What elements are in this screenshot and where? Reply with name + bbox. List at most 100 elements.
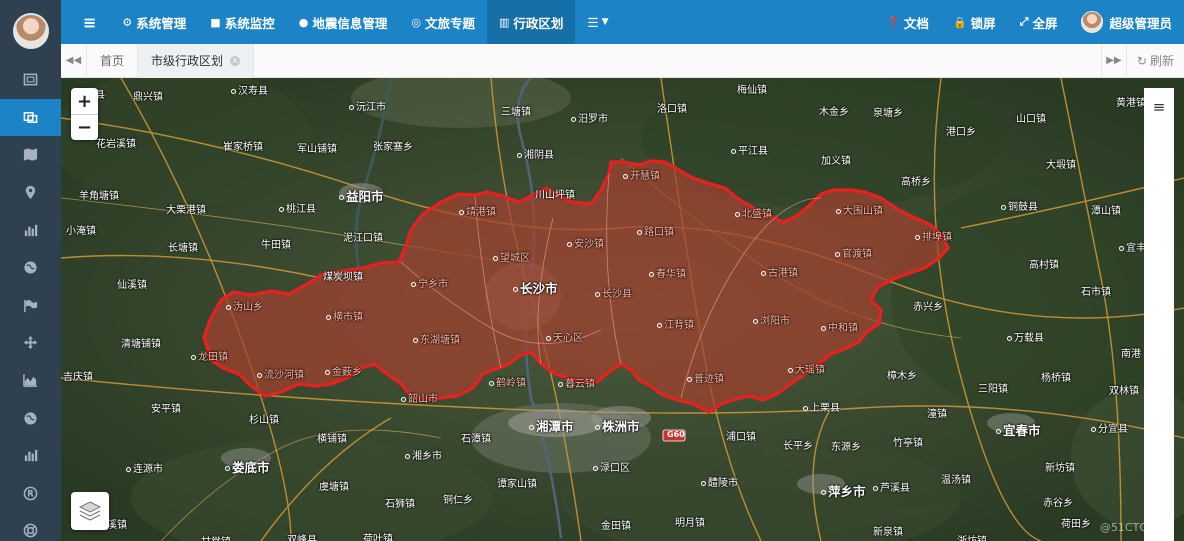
map-place-label: 浏阳市 bbox=[753, 312, 790, 327]
rail-item-globe-2[interactable] bbox=[0, 399, 61, 437]
rail-item-life-ring[interactable] bbox=[0, 512, 61, 541]
nav-item-system-admin[interactable]: ⚙ 系统管理 bbox=[110, 0, 198, 44]
map-label-text: 桃江县 bbox=[286, 204, 316, 215]
expand-arrows-icon: ⤢ bbox=[1019, 15, 1029, 28]
place-dot-icon bbox=[279, 206, 284, 212]
nav-item-culture-tourism[interactable]: ◎ 文旅专题 bbox=[399, 0, 487, 44]
image-icon bbox=[23, 73, 38, 86]
map-place-label: 路口镇 bbox=[637, 223, 674, 238]
map-label-text: 沅江市 bbox=[356, 102, 386, 113]
map-label-text: 加义镇 bbox=[821, 156, 851, 167]
rail-item-area-chart[interactable] bbox=[0, 362, 61, 400]
docs-link[interactable]: ❓ 文档 bbox=[874, 0, 941, 44]
avatar[interactable] bbox=[12, 12, 49, 49]
tabs-scroll-left-button[interactable]: ◀◀ bbox=[61, 43, 87, 78]
layer-switcher-button[interactable] bbox=[71, 492, 109, 530]
nav-item-system-monitor[interactable]: ■ 系统监控 bbox=[198, 0, 286, 44]
map-label-text: 泉塘乡 bbox=[873, 108, 903, 119]
map-place-label: 益阳市 bbox=[339, 186, 384, 205]
map-label-text: 明月镇 bbox=[675, 518, 705, 529]
map-place-label: 大围山镇 bbox=[836, 202, 883, 217]
map-place-label: 上栗县 bbox=[803, 399, 840, 414]
nav-more-dropdown[interactable]: ☰ ▼ bbox=[575, 0, 620, 44]
place-dot-icon bbox=[1007, 335, 1012, 341]
rail-item-bar-chart[interactable] bbox=[0, 211, 61, 249]
globe-icon bbox=[24, 261, 37, 274]
map-place-label: 南港 bbox=[1121, 345, 1141, 360]
close-tab-icon[interactable]: × bbox=[230, 55, 241, 66]
rail-item-dashboard[interactable] bbox=[0, 61, 61, 99]
map-place-label: 三塘镇 bbox=[501, 103, 531, 118]
map-label-text: 东源乡 bbox=[831, 442, 861, 453]
refresh-label: 刷新 bbox=[1149, 54, 1174, 68]
question-circle-icon: ❓ bbox=[886, 15, 900, 29]
place-dot-icon bbox=[731, 148, 736, 154]
map-label-text: 横铺镇 bbox=[317, 434, 347, 445]
nav-item-earthquake[interactable]: ● 地震信息管理 bbox=[287, 0, 400, 44]
rail-item-registered[interactable]: R bbox=[0, 475, 61, 513]
map-place-label: 连源市 bbox=[126, 460, 163, 475]
place-dot-icon bbox=[649, 271, 654, 277]
user-name: 超级管理员 bbox=[1109, 15, 1172, 31]
map-place-label: 沅江市 bbox=[349, 98, 386, 113]
map-view[interactable]: 株洲县汉寿县鼎兴镇沅江市三塘镇汨罗市洛口镇梅仙镇木金乡泉塘乡山口镇黄港镇花岩溪镇… bbox=[61, 78, 1184, 541]
map-label-text: 仙溪镇 bbox=[117, 280, 147, 291]
map-place-label: 湘阴县 bbox=[517, 146, 554, 161]
zoom-out-button[interactable]: − bbox=[71, 114, 98, 140]
page-tabs-bar: ◀◀ 首页 市级行政区划 × ▶▶ ↻ 刷新 bbox=[61, 43, 1184, 78]
map-place-label: 山口镇 bbox=[1016, 110, 1046, 125]
map-place-label: 官渡镇 bbox=[835, 245, 872, 260]
map-label-text: 南港 bbox=[1121, 349, 1141, 360]
layers-icon bbox=[78, 501, 102, 521]
map-label-text: 潼镇 bbox=[927, 409, 947, 420]
map-side-panel[interactable]: ≡ bbox=[1144, 88, 1174, 541]
rail-item-globe[interactable] bbox=[0, 249, 61, 287]
docs-label: 文档 bbox=[903, 15, 929, 31]
map-label-text: 萍乡市 bbox=[828, 484, 866, 499]
life-ring-icon: ◎ bbox=[411, 15, 421, 29]
hamburger-icon[interactable]: ≡ bbox=[1153, 98, 1166, 541]
rail-item-region[interactable] bbox=[0, 98, 61, 137]
map-label-text: 甘棠镇 bbox=[201, 537, 231, 541]
refresh-button[interactable]: ↻ 刷新 bbox=[1127, 44, 1184, 78]
rail-item-marker[interactable] bbox=[0, 174, 61, 212]
map-place-label: 望城区 bbox=[493, 249, 530, 264]
map-label-text: 分宜县 bbox=[1098, 424, 1128, 435]
map-label-text: 益阳市 bbox=[346, 189, 384, 204]
rail-item-bar-chart-2[interactable] bbox=[0, 437, 61, 475]
map-label-text: 石潭镇 bbox=[461, 434, 491, 445]
rail-item-move[interactable] bbox=[0, 324, 61, 362]
place-dot-icon bbox=[225, 466, 230, 471]
map-label-text: 渌口区 bbox=[600, 463, 630, 474]
map-place-label: 横市镇 bbox=[326, 308, 363, 323]
place-dot-icon bbox=[489, 380, 494, 386]
lock-screen-button[interactable]: 🔒 锁屏 bbox=[941, 0, 1008, 44]
place-dot-icon bbox=[558, 381, 563, 387]
map-place-label: 长沙市 bbox=[513, 278, 558, 297]
tabs-scroll-right-button[interactable]: ▶▶ bbox=[1100, 43, 1127, 78]
map-label-text: 湘阴县 bbox=[524, 150, 554, 161]
tab-label: 首页 bbox=[100, 54, 125, 68]
map-place-label: 军山铺镇 bbox=[297, 140, 337, 155]
map-place-label: 铜鼓县 bbox=[1001, 198, 1038, 213]
map-label-text: 长沙市 bbox=[520, 281, 558, 296]
place-dot-icon bbox=[231, 88, 236, 94]
map-place-label: 北盛镇 bbox=[735, 205, 772, 220]
tab-city-division[interactable]: 市级行政区划 × bbox=[138, 43, 255, 78]
map-place-label: 竹亭镇 bbox=[893, 434, 923, 449]
map-label-text: 新坊镇 bbox=[1045, 463, 1075, 474]
fullscreen-button[interactable]: ⤢ 全屏 bbox=[1008, 0, 1070, 44]
menu-toggle-button[interactable]: ≡ bbox=[61, 0, 110, 44]
map-place-label: 东湖塘镇 bbox=[413, 331, 460, 346]
rail-item-flag[interactable] bbox=[0, 287, 61, 325]
zoom-in-button[interactable]: + bbox=[71, 88, 98, 114]
user-menu[interactable]: 超级管理员 bbox=[1069, 0, 1184, 44]
rail-item-map[interactable] bbox=[0, 136, 61, 174]
area-chart-icon bbox=[23, 374, 38, 387]
nav-item-admin-division[interactable]: ▥ 行政区划 bbox=[486, 0, 576, 44]
place-dot-icon bbox=[493, 255, 498, 261]
tab-home[interactable]: 首页 bbox=[87, 43, 139, 78]
map-place-label: 金田镇 bbox=[601, 517, 631, 532]
map-place-label: 谭家山镇 bbox=[497, 475, 537, 490]
map-label-text: 木金乡 bbox=[819, 107, 849, 118]
